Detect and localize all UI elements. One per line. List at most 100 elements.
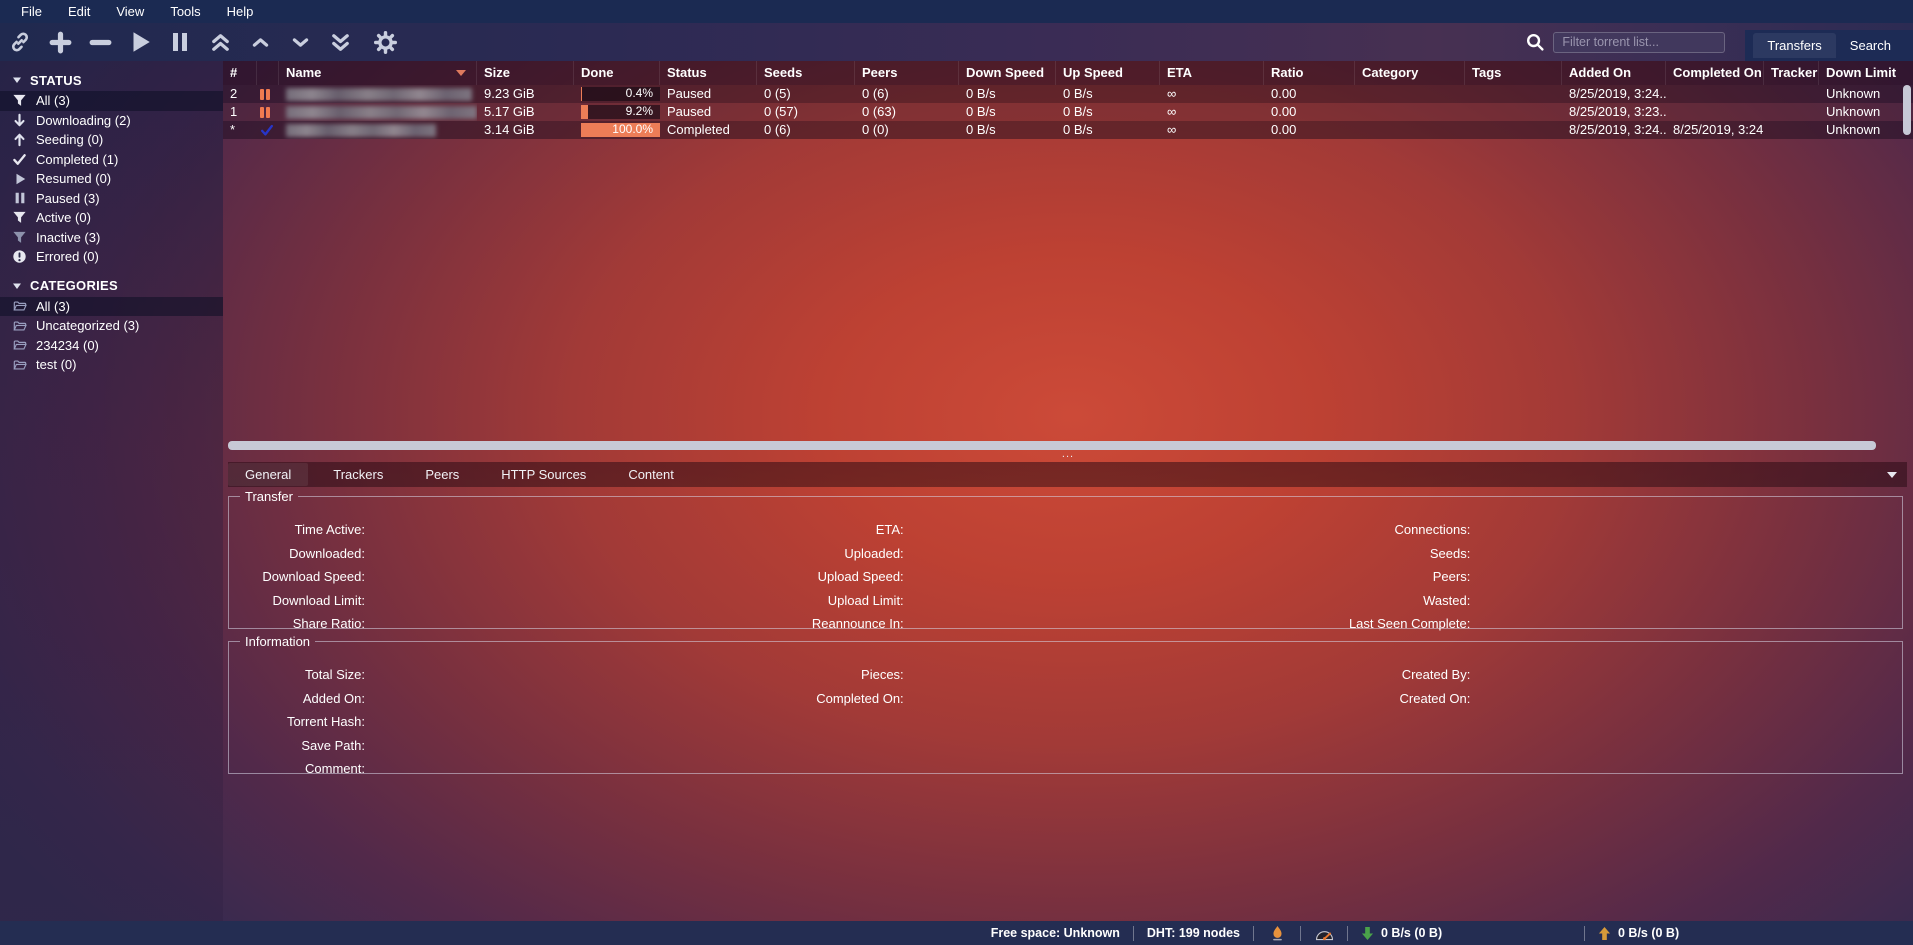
play-icon bbox=[127, 29, 153, 55]
torrent-list: # Name Size Done Status Seeds Peers Down… bbox=[223, 61, 1913, 443]
torrent-row[interactable]: 2 9.23 GiB 0.4% Paused 0 (5) 0 (6) 0 B/s… bbox=[223, 85, 1913, 103]
chevron-down-icon bbox=[290, 32, 311, 53]
error-icon bbox=[11, 249, 28, 265]
categories-section-header[interactable]: CATEGORIES bbox=[0, 275, 223, 297]
row-tags bbox=[1465, 121, 1562, 139]
menu-help[interactable]: Help bbox=[214, 4, 267, 19]
row-ratio: 0.00 bbox=[1264, 85, 1355, 103]
delete-torrent-button[interactable] bbox=[87, 28, 113, 56]
sidebar-item-resumed[interactable]: Resumed (0) bbox=[0, 169, 223, 189]
field-label: Download Speed: bbox=[235, 569, 365, 584]
torrent-row[interactable]: * 3.14 GiB 100.0% Completed 0 (6) 0 (0) … bbox=[223, 121, 1913, 139]
tab-general[interactable]: General bbox=[228, 463, 308, 486]
add-torrent-link-button[interactable] bbox=[7, 28, 33, 56]
col-name[interactable]: Name bbox=[279, 61, 477, 85]
col-eta[interactable]: ETA bbox=[1160, 61, 1264, 85]
upload-speed-text: 0 B/s (0 B) bbox=[1618, 926, 1679, 940]
menu-file[interactable]: File bbox=[8, 4, 55, 19]
decrease-priority-button[interactable] bbox=[287, 28, 313, 56]
col-down-limit[interactable]: Down Limit bbox=[1819, 61, 1913, 85]
tab-http-sources[interactable]: HTTP Sources bbox=[484, 463, 603, 486]
information-section-title: Information bbox=[240, 634, 315, 649]
row-added-on: 8/25/2019, 3:23... bbox=[1562, 103, 1666, 121]
divider bbox=[1584, 926, 1585, 941]
col-tracker[interactable]: Tracker bbox=[1764, 61, 1819, 85]
sidebar-item-completed[interactable]: Completed (1) bbox=[0, 150, 223, 170]
chevron-down-icon[interactable] bbox=[1887, 472, 1897, 478]
tab-transfers[interactable]: Transfers bbox=[1753, 33, 1835, 58]
sidebar-item-paused[interactable]: Paused (3) bbox=[0, 189, 223, 209]
top-priority-button[interactable] bbox=[207, 28, 233, 56]
bottom-priority-button[interactable] bbox=[327, 28, 353, 56]
field-label: Share Ratio: bbox=[235, 616, 365, 631]
tab-content[interactable]: Content bbox=[611, 463, 691, 486]
panel-splitter[interactable]: ... bbox=[223, 450, 1913, 462]
vertical-scrollbar[interactable] bbox=[1903, 85, 1911, 441]
tab-search[interactable]: Search bbox=[1836, 33, 1905, 58]
sidebar-category-test[interactable]: test (0) bbox=[0, 355, 223, 375]
categories-section-label: CATEGORIES bbox=[30, 278, 118, 293]
horizontal-scrollbar[interactable] bbox=[228, 441, 1893, 450]
sidebar-item-label: Resumed (0) bbox=[36, 171, 111, 186]
sidebar-item-all[interactable]: All (3) bbox=[0, 91, 223, 111]
alt-speed-gauge-icon[interactable] bbox=[1314, 926, 1334, 941]
sidebar-item-inactive[interactable]: Inactive (3) bbox=[0, 228, 223, 248]
divider bbox=[1347, 926, 1348, 941]
row-down-limit: Unknown bbox=[1819, 103, 1913, 121]
torrent-row[interactable]: 1 5.17 GiB 9.2% Paused 0 (57) 0 (63) 0 B… bbox=[223, 103, 1913, 121]
field-label: Connections: bbox=[1342, 522, 1470, 537]
col-num[interactable]: # bbox=[223, 61, 257, 85]
vertical-scrollbar-thumb[interactable] bbox=[1903, 85, 1911, 135]
folder-icon bbox=[11, 298, 28, 314]
sidebar-item-active[interactable]: Active (0) bbox=[0, 208, 223, 228]
menu-edit[interactable]: Edit bbox=[55, 4, 103, 19]
col-added-on[interactable]: Added On bbox=[1562, 61, 1666, 85]
download-arrow-icon bbox=[1361, 926, 1374, 941]
col-done[interactable]: Done bbox=[574, 61, 660, 85]
plus-icon bbox=[48, 30, 73, 55]
pause-button[interactable] bbox=[167, 28, 193, 56]
row-name bbox=[279, 121, 477, 139]
sidebar-category-all[interactable]: All (3) bbox=[0, 297, 223, 317]
sidebar-item-downloading[interactable]: Downloading (2) bbox=[0, 111, 223, 131]
row-seeds: 0 (5) bbox=[757, 85, 855, 103]
row-name bbox=[279, 103, 477, 121]
status-section-header[interactable]: STATUS bbox=[0, 69, 223, 91]
tab-peers[interactable]: Peers bbox=[408, 463, 476, 486]
horizontal-scrollbar-thumb[interactable] bbox=[228, 441, 1876, 450]
sidebar-category-uncategorized[interactable]: Uncategorized (3) bbox=[0, 316, 223, 336]
free-space-label: Free space: Unknown bbox=[991, 926, 1120, 940]
row-up-speed: 0 B/s bbox=[1056, 85, 1160, 103]
col-up-speed[interactable]: Up Speed bbox=[1056, 61, 1160, 85]
col-peers[interactable]: Peers bbox=[855, 61, 959, 85]
field-label: Reannounce In: bbox=[789, 616, 904, 631]
col-category[interactable]: Category bbox=[1355, 61, 1465, 85]
sidebar-category-234234[interactable]: 234234 (0) bbox=[0, 336, 223, 356]
tab-trackers[interactable]: Trackers bbox=[316, 463, 400, 486]
resume-button[interactable] bbox=[127, 28, 153, 56]
sidebar-item-errored[interactable]: Errored (0) bbox=[0, 247, 223, 267]
col-seeds[interactable]: Seeds bbox=[757, 61, 855, 85]
divider bbox=[1253, 926, 1254, 941]
menu-view[interactable]: View bbox=[103, 4, 157, 19]
col-down-speed[interactable]: Down Speed bbox=[959, 61, 1056, 85]
col-tags[interactable]: Tags bbox=[1465, 61, 1562, 85]
menu-tools[interactable]: Tools bbox=[157, 4, 213, 19]
connection-status-icon[interactable] bbox=[1267, 925, 1287, 942]
filter-icon bbox=[11, 210, 28, 226]
information-col-1: Total Size: Added On: Torrent Hash: Save… bbox=[235, 663, 789, 781]
link-icon bbox=[8, 30, 32, 54]
pause-icon bbox=[260, 107, 270, 118]
increase-priority-button[interactable] bbox=[247, 28, 273, 56]
add-torrent-button[interactable] bbox=[47, 28, 73, 56]
col-status[interactable]: Status bbox=[660, 61, 757, 85]
sidebar-item-seeding[interactable]: Seeding (0) bbox=[0, 130, 223, 150]
col-state[interactable] bbox=[257, 61, 279, 85]
col-size[interactable]: Size bbox=[477, 61, 574, 85]
download-arrow-icon bbox=[11, 112, 28, 128]
settings-button[interactable] bbox=[372, 28, 398, 56]
filter-input[interactable] bbox=[1553, 32, 1725, 53]
search-icon bbox=[1525, 32, 1545, 52]
col-ratio[interactable]: Ratio bbox=[1264, 61, 1355, 85]
col-completed-on[interactable]: Completed On bbox=[1666, 61, 1764, 85]
